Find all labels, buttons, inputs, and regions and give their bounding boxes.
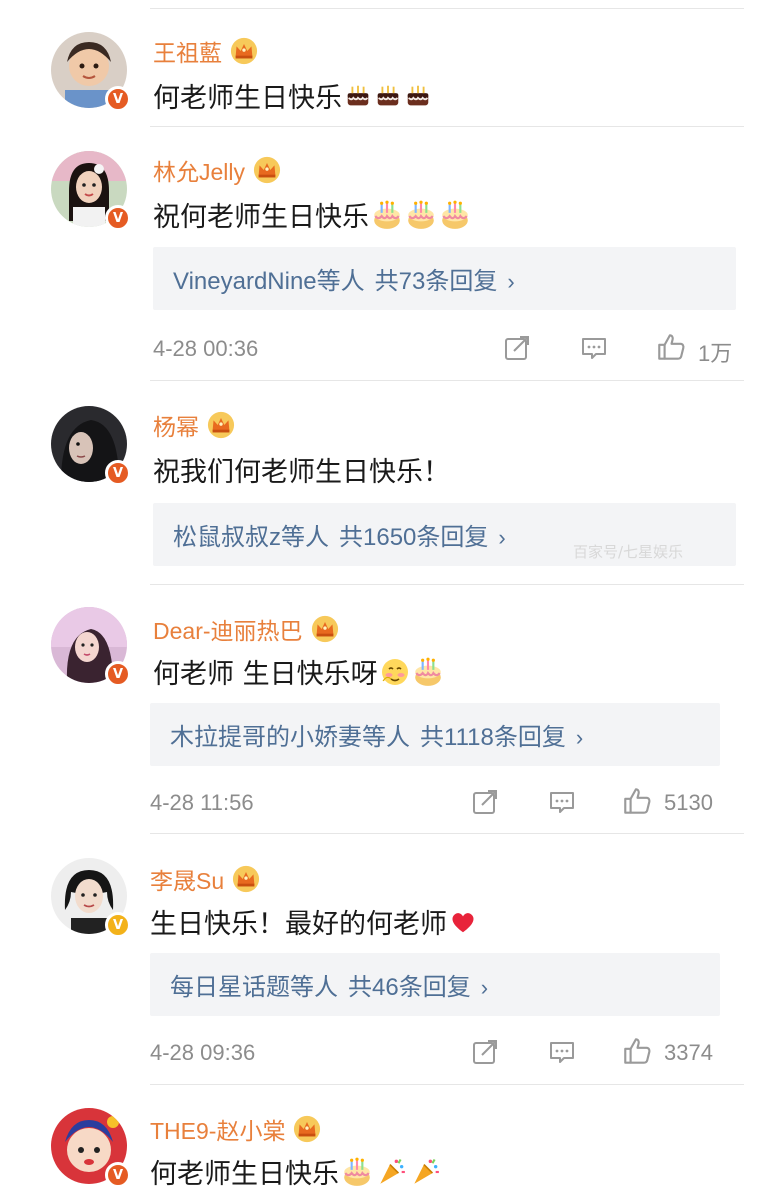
comment-text: 何老师 生日快乐呀 [153, 652, 444, 691]
chevron-right-icon: › [507, 269, 515, 294]
username-text: 李晟Su [150, 868, 225, 894]
username-text: 林允Jelly [153, 159, 246, 185]
share-icon[interactable] [470, 1037, 500, 1067]
username-text: THE9-赵小棠 [150, 1118, 286, 1144]
share-icon[interactable] [470, 787, 500, 817]
shy-face-icon [380, 657, 410, 687]
reply-names: 松鼠叔叔z等人 [173, 524, 329, 551]
username[interactable]: 林允Jelly [153, 153, 281, 187]
chevron-right-icon: › [575, 725, 584, 750]
comment-icon[interactable] [547, 1037, 577, 1067]
timestamp: 4-28 00:36 [153, 336, 259, 361]
avatar[interactable]: V [51, 151, 131, 231]
reply-names: VineyardNine等人 [173, 268, 365, 295]
divider [150, 1084, 744, 1085]
birthday-cake-icon [405, 199, 437, 231]
username-text: Dear-迪丽热巴 [153, 618, 303, 644]
crown-icon [293, 1115, 321, 1143]
comment-text-content: 何老师生日快乐 [153, 83, 342, 114]
divider [150, 126, 744, 127]
party-popper-icon [375, 1156, 407, 1188]
comment-text-content: 祝何老师生日快乐 [153, 202, 369, 233]
reply-summary-text: VineyardNine等人 共73条回复 › [153, 261, 515, 296]
comment-text: 何老师生日快乐 [150, 1152, 441, 1191]
reply-summary[interactable]: 松鼠叔叔z等人 共1650条回复 › 百家号/七星娱乐 [153, 503, 736, 566]
cake-icon [404, 82, 432, 110]
like-icon[interactable] [621, 1035, 653, 1067]
crown-icon [311, 615, 339, 643]
birthday-cake-icon [341, 1156, 373, 1188]
username[interactable]: 杨幂 [153, 408, 235, 442]
verified-badge: V [105, 661, 131, 687]
reply-names: 每日星话题等人 [170, 974, 338, 1001]
reply-count: 共73条回复 [374, 268, 498, 295]
reply-count: 共46条回复 [348, 974, 471, 1001]
divider [150, 833, 744, 834]
avatar[interactable]: V [51, 406, 131, 486]
cake-icon [374, 82, 402, 110]
crown-icon [207, 411, 235, 439]
comment-icon[interactable] [579, 333, 609, 363]
timestamp: 4-28 09:36 [150, 1040, 256, 1065]
like-icon[interactable] [655, 331, 687, 363]
username[interactable]: Dear-迪丽热巴 [153, 612, 339, 646]
avatar[interactable]: V [51, 607, 131, 687]
like-count: 3374 [664, 1040, 713, 1065]
chevron-right-icon: › [480, 975, 489, 1000]
birthday-cake-icon [439, 199, 471, 231]
like-count: 5130 [664, 790, 713, 815]
reply-summary[interactable]: VineyardNine等人 共73条回复 › [153, 247, 736, 310]
reply-names: 木拉提哥的小娇妻等人 [170, 724, 410, 751]
reply-summary-text: 每日星话题等人 共46条回复 › [150, 967, 488, 1002]
birthday-cake-icon [412, 656, 444, 688]
verified-badge: V [105, 460, 131, 486]
reply-summary-text: 木拉提哥的小娇妻等人 共1118条回复 › [150, 717, 583, 752]
verified-badge: V [105, 912, 131, 938]
crown-icon [230, 37, 258, 65]
reply-summary[interactable]: 每日星话题等人 共46条回复 › [150, 953, 720, 1016]
party-popper-icon [409, 1156, 441, 1188]
comment-text-content: 祝我们何老师生日快乐！ [153, 457, 450, 488]
comment-text-content: 生日快乐！最好的何老师 [150, 909, 447, 940]
avatar[interactable]: V [51, 858, 131, 938]
username-text: 王祖藍 [153, 40, 222, 66]
comment-text: 生日快乐！最好的何老师 [150, 902, 477, 941]
username[interactable]: 李晟Su [150, 862, 260, 896]
avatar[interactable]: V [51, 1108, 131, 1188]
divider [150, 8, 744, 9]
verified-badge: V [105, 205, 131, 231]
divider [150, 584, 744, 585]
verified-badge: V [105, 1162, 131, 1188]
reply-summary-text: 松鼠叔叔z等人 共1650条回复 › [153, 517, 506, 552]
red-heart-icon [449, 908, 477, 936]
verified-badge: V [105, 86, 131, 112]
reply-summary[interactable]: 木拉提哥的小娇妻等人 共1118条回复 › [150, 703, 720, 766]
comment-icon[interactable] [547, 787, 577, 817]
crown-icon [232, 865, 260, 893]
reply-count: 共1118条回复 [420, 724, 566, 751]
username[interactable]: 王祖藍 [153, 34, 258, 68]
username[interactable]: THE9-赵小棠 [150, 1112, 321, 1146]
reply-count: 共1650条回复 [339, 524, 489, 551]
divider [150, 380, 744, 381]
timestamp: 4-28 11:56 [150, 790, 254, 815]
comment-text-content: 何老师生日快乐 [150, 1159, 339, 1190]
comment-text-content: 何老师 生日快乐呀 [153, 659, 378, 690]
comment-text: 何老师生日快乐 [153, 76, 432, 115]
chevron-right-icon: › [498, 525, 506, 550]
username-text: 杨幂 [153, 414, 199, 440]
like-count: 1万 [698, 341, 733, 366]
crown-icon [253, 156, 281, 184]
like-icon[interactable] [621, 785, 653, 817]
avatar[interactable]: V [51, 32, 131, 112]
comment-text: 祝我们何老师生日快乐！ [153, 450, 450, 489]
share-icon[interactable] [502, 333, 532, 363]
comment-text: 祝何老师生日快乐 [153, 195, 471, 234]
watermark: 百家号/七星娱乐 [573, 543, 684, 561]
cake-icon [344, 82, 372, 110]
birthday-cake-icon [371, 199, 403, 231]
